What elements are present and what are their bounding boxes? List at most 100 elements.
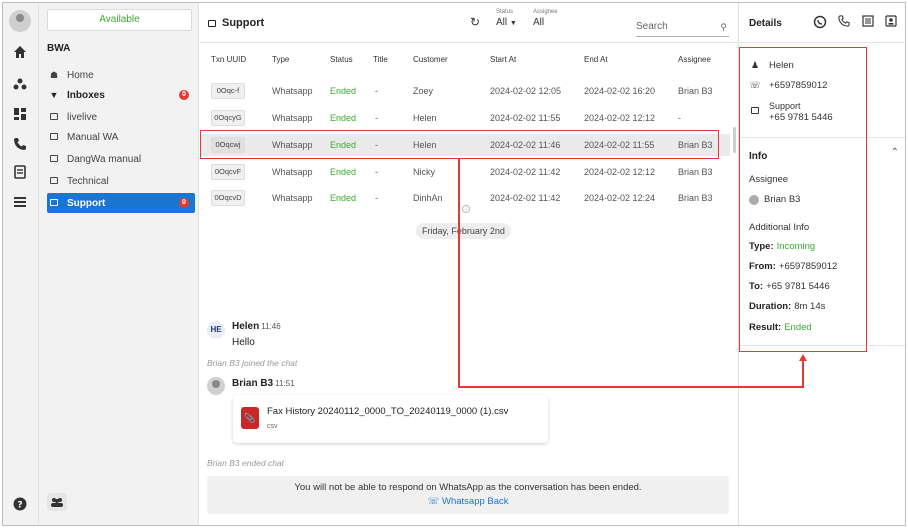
inbox-icon (47, 176, 61, 186)
inbox-sidebar: Available BWA ☗ Home ▼ Inboxes 0 liveliv… (39, 3, 199, 525)
message-time: 11:51 (275, 379, 295, 388)
home-icon[interactable] (11, 43, 29, 61)
row-type: Whatsapp (272, 193, 313, 203)
assignee-filter-value: All (533, 17, 545, 28)
table-row[interactable]: 0OqcvF Whatsapp Ended - Nicky 2024-02-02… (200, 161, 730, 183)
assignee-filter[interactable]: Assignee All (533, 9, 623, 28)
row-title: - (375, 167, 378, 177)
availability-button[interactable]: Available (47, 9, 192, 31)
home-icon: ☗ (49, 69, 59, 80)
row-status: Ended (330, 193, 357, 203)
row-customer: DinhAn (413, 193, 443, 203)
org-name: BWA (47, 43, 71, 54)
col-type[interactable]: Type (272, 55, 289, 64)
sidebar-item-label: Home (67, 69, 94, 81)
sender-name: Helen (232, 321, 260, 332)
row-assignee: Brian B3 (678, 193, 713, 203)
resize-handle[interactable]: ↕ (462, 205, 470, 213)
chevron-down-icon: ▼ (509, 20, 517, 27)
assignee-filter-label: Assignee (533, 9, 558, 15)
search-placeholder: Search (636, 21, 668, 32)
system-notice: Brian B3 joined the chat (207, 358, 298, 368)
details-title: Details (749, 18, 782, 29)
contact-card-icon[interactable] (884, 15, 898, 29)
sidebar-item-label: DangWa manual (67, 153, 142, 165)
sidebar-item-home[interactable]: ☗ Home (47, 65, 195, 85)
table-scrollbar[interactable] (733, 127, 736, 153)
search-input[interactable]: Search ⚲ (636, 19, 729, 37)
inbox-icon (47, 132, 61, 142)
table-header: Txn UUID Type Status Title Customer Star… (200, 49, 730, 69)
icon-rail: ? (3, 3, 39, 525)
file-ext: csv (267, 423, 278, 430)
row-end: 2024-02-02 12:24 (584, 193, 656, 203)
notes-icon[interactable] (861, 15, 875, 29)
col-customer[interactable]: Customer (413, 55, 448, 64)
message-text: Hello (232, 337, 255, 348)
row-assignee: - (678, 113, 681, 123)
col-status[interactable]: Status (330, 55, 353, 64)
avatar (207, 377, 225, 395)
sidebar-item-livelive[interactable]: livelive (47, 107, 195, 127)
list-icon[interactable] (11, 193, 29, 211)
txn-uuid-chip: 0OqcyG (211, 110, 245, 126)
col-title[interactable]: Title (373, 55, 388, 64)
contacts-icon[interactable] (11, 163, 29, 181)
whatsapp-icon: ☏ (427, 496, 440, 507)
status-filter-value: All (496, 17, 508, 28)
whatsapp-back-label: Whatsapp Back (441, 496, 509, 507)
status-filter-value-row: All ▼ (496, 17, 528, 28)
sidebar-item-support[interactable]: Support 0 (47, 193, 195, 213)
inbox-icon (47, 198, 61, 208)
details-header: Details (739, 3, 905, 43)
row-status: Ended (330, 86, 357, 96)
phone-icon[interactable] (837, 15, 851, 29)
main-topbar: Support ↻ Status All ▼ Assignee All Sear… (200, 3, 738, 43)
chevron-up-icon[interactable]: ⌃ (891, 147, 899, 158)
users-icon[interactable] (11, 75, 29, 93)
annotation-connector (802, 360, 804, 388)
row-title: - (375, 193, 378, 203)
dashboard-icon[interactable] (11, 105, 29, 123)
row-customer: Nicky (413, 167, 435, 177)
table-row[interactable]: 0Oqc-f Whatsapp Ended - Zoey 2024-02-02 … (200, 80, 730, 102)
whatsapp-back-link[interactable]: ☏ Whatsapp Back (207, 496, 729, 507)
file-attachment[interactable]: 📎 Fax History 20240112_0000_TO_20240119_… (233, 395, 548, 443)
refresh-icon[interactable]: ↻ (470, 15, 480, 29)
sidebar-item-dangwa-manual[interactable]: DangWa manual (47, 149, 195, 169)
whatsapp-icon[interactable] (813, 15, 827, 29)
inbox-icon (208, 19, 216, 27)
annotation-row-highlight (200, 130, 719, 159)
annotation-details-highlight (739, 47, 867, 352)
sidebar-item-inboxes[interactable]: ▼ Inboxes 0 (47, 85, 195, 105)
phone-icon[interactable] (11, 135, 29, 153)
sidebar-item-technical[interactable]: Technical (47, 171, 195, 191)
status-filter[interactable]: Status All ▼ (496, 9, 528, 28)
message-sender: Helen 11:46 (232, 321, 281, 332)
row-end: 2024-02-02 12:12 (584, 113, 656, 123)
row-end: 2024-02-02 16:20 (584, 86, 656, 96)
app-window: ? Available BWA ☗ Home ▼ Inboxes 0 livel… (2, 2, 906, 526)
annotation-connector (458, 159, 460, 388)
txn-uuid-chip: 0Oqc-f (211, 83, 245, 99)
row-end: 2024-02-02 12:12 (584, 167, 656, 177)
sidebar-item-manual-wa[interactable]: Manual WA (47, 127, 195, 147)
help-icon[interactable]: ? (11, 495, 29, 513)
col-start-at[interactable]: Start At (490, 55, 516, 64)
message-sender: Brian B3 11:51 (232, 378, 295, 389)
sidebar-item-label: Support (67, 197, 106, 209)
caret-down-icon: ▼ (49, 90, 59, 100)
table-row[interactable]: 0OqcyG Whatsapp Ended - Helen 2024-02-02… (200, 107, 730, 129)
annotation-arrow (799, 354, 807, 361)
col-end-at[interactable]: End At (584, 55, 608, 64)
search-icon: ⚲ (720, 22, 727, 32)
support-count-badge: 0 (179, 198, 189, 208)
team-icon (51, 498, 63, 507)
col-txn-uuid[interactable]: Txn UUID (211, 55, 246, 64)
row-title: - (375, 113, 378, 123)
team-button[interactable] (47, 493, 67, 511)
sidebar-item-label: Inboxes (67, 89, 105, 101)
row-start: 2024-02-02 11:42 (490, 193, 561, 203)
col-assignee[interactable]: Assignee (678, 55, 711, 64)
sidebar-item-label: Technical (67, 175, 109, 187)
